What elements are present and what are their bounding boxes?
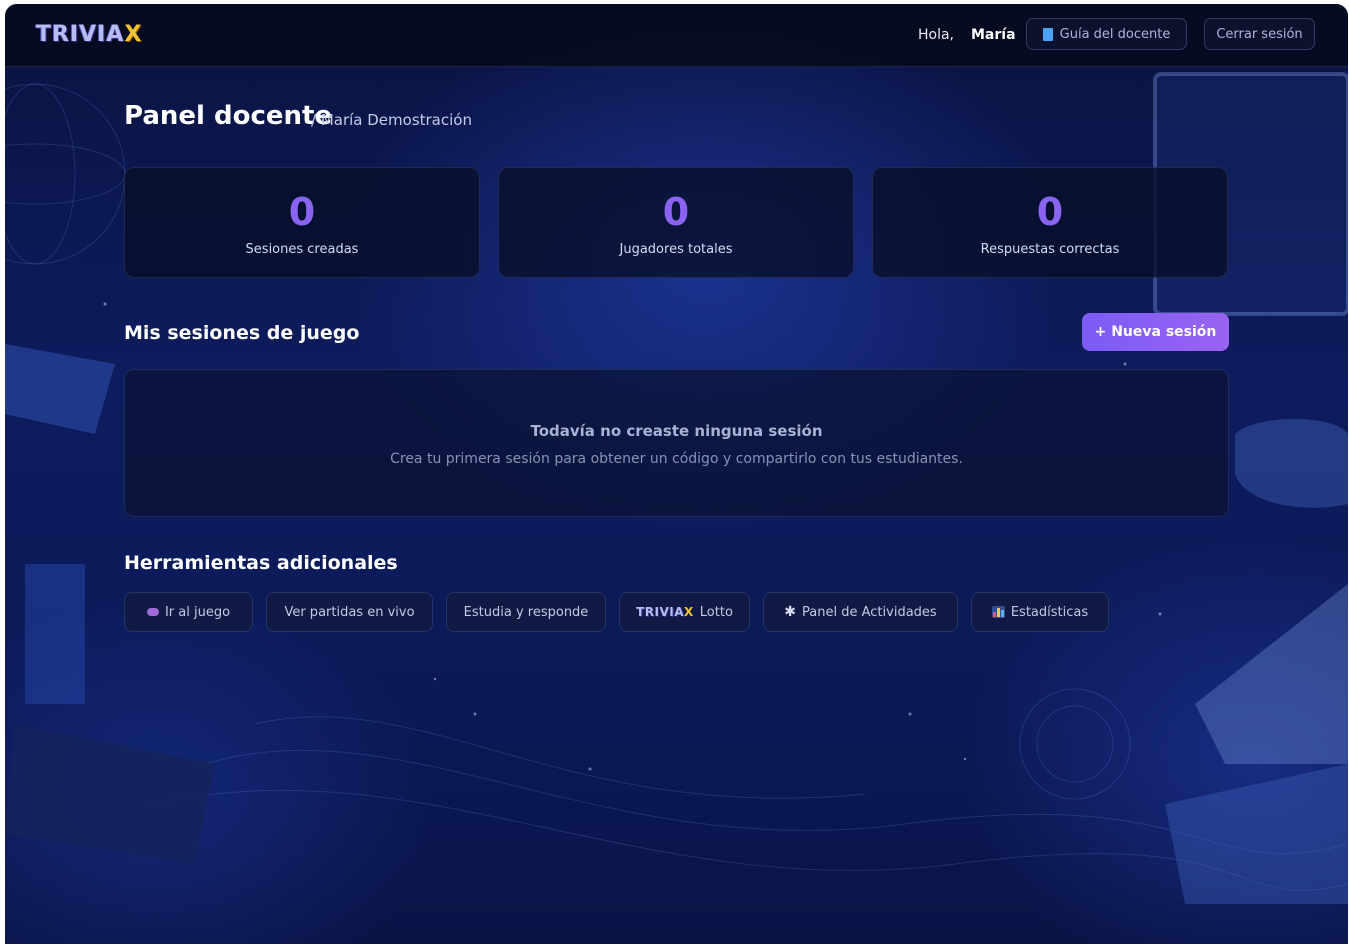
greeting-text: Hola, bbox=[918, 27, 955, 43]
tool-label: Estudia y responde bbox=[463, 604, 589, 620]
stat-value: 0 bbox=[288, 190, 316, 234]
activities-panel-button[interactable]: ✱ Panel de Actividades bbox=[763, 592, 958, 632]
triviax-mini-logo: TRIVIAX bbox=[636, 605, 694, 619]
stat-label: Sesiones creadas bbox=[245, 242, 359, 257]
teacher-guide-label: Guía del docente bbox=[1059, 26, 1171, 42]
sessions-empty-state: Todavía no creaste ninguna sesión Crea t… bbox=[124, 369, 1229, 517]
user-name: María bbox=[971, 27, 1016, 43]
stat-value: 0 bbox=[1036, 190, 1064, 234]
tools-section-title: Herramientas adicionales bbox=[124, 552, 398, 574]
app-window: TRIVIAX Hola, María Guía del docente Cer… bbox=[5, 4, 1348, 944]
statistics-button[interactable]: Estadísticas bbox=[971, 592, 1109, 632]
gamepad-icon bbox=[146, 608, 159, 616]
stat-value: 0 bbox=[662, 190, 690, 234]
tool-label: Panel de Actividades bbox=[802, 604, 937, 620]
tool-label: Estadísticas bbox=[1010, 604, 1089, 620]
triviax-lotto-button[interactable]: TRIVIAX Lotto bbox=[619, 592, 750, 632]
stat-card-correct-answers: 0 Respuestas correctas bbox=[872, 167, 1228, 278]
logout-button[interactable]: Cerrar sesión bbox=[1204, 18, 1315, 50]
go-to-game-button[interactable]: Ir al juego bbox=[124, 592, 253, 632]
top-navigation-bar: TRIVIAX Hola, María Guía del docente Cer… bbox=[5, 4, 1348, 67]
teacher-guide-button[interactable]: Guía del docente bbox=[1026, 18, 1187, 50]
book-icon bbox=[1042, 27, 1053, 41]
tool-label: Ver partidas en vivo bbox=[284, 604, 415, 620]
page-title: Panel docente bbox=[124, 101, 333, 131]
tool-label: Ir al juego bbox=[164, 604, 231, 620]
empty-state-description: Crea tu primera sesión para obtener un c… bbox=[390, 451, 963, 467]
stat-label: Respuestas correctas bbox=[980, 242, 1120, 257]
triviax-logo[interactable]: TRIVIAX bbox=[36, 22, 142, 47]
study-and-answer-button[interactable]: Estudia y responde bbox=[446, 592, 606, 632]
stat-card-players: 0 Jugadores totales bbox=[498, 167, 854, 278]
gear-icon: ✱ bbox=[784, 604, 797, 620]
stat-card-sessions: 0 Sesiones creadas bbox=[124, 167, 480, 278]
page-subtitle: / María Demostración bbox=[311, 111, 472, 129]
new-session-button[interactable]: + Nueva sesión bbox=[1082, 313, 1229, 351]
live-games-button[interactable]: Ver partidas en vivo bbox=[266, 592, 433, 632]
empty-state-title: Todavía no creaste ninguna sesión bbox=[530, 422, 823, 440]
tool-label: Lotto bbox=[699, 604, 733, 620]
bar-chart-icon bbox=[991, 606, 1005, 618]
stat-label: Jugadores totales bbox=[619, 242, 733, 257]
logout-label: Cerrar sesión bbox=[1216, 26, 1303, 42]
sessions-section-title: Mis sesiones de juego bbox=[124, 322, 360, 344]
